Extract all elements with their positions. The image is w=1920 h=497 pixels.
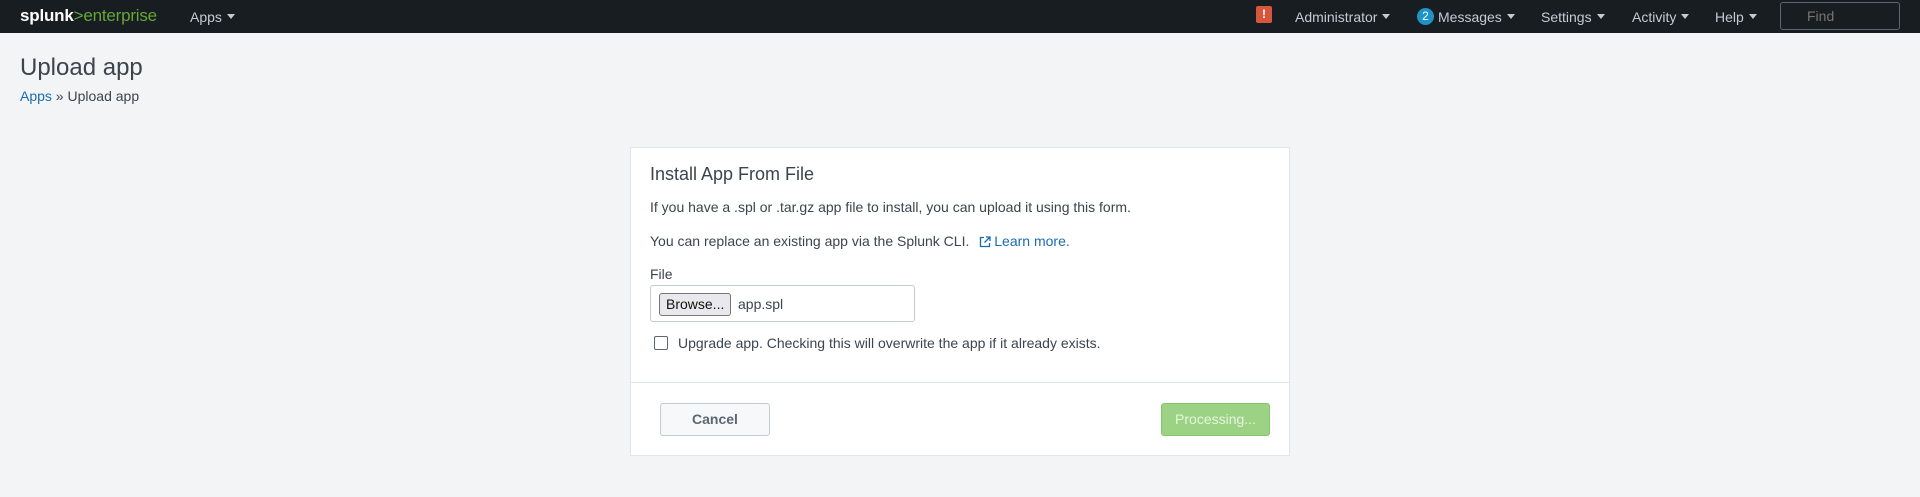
breadcrumb-apps-link[interactable]: Apps — [20, 88, 52, 104]
processing-button: Processing... — [1161, 403, 1270, 436]
settings-menu-label: Settings — [1541, 8, 1592, 25]
activity-menu[interactable]: Activity — [1632, 0, 1690, 33]
panel-title: Install App From File — [650, 164, 815, 184]
help-menu[interactable]: Help — [1715, 0, 1757, 33]
panel-footer-divider — [631, 382, 1289, 383]
help-menu-label: Help — [1715, 8, 1744, 25]
messages-menu-label: Messages — [1438, 8, 1502, 25]
learn-more-link[interactable]: Learn more. — [979, 233, 1070, 249]
chevron-down-icon — [1596, 14, 1605, 19]
chevron-down-icon — [226, 14, 235, 19]
logo-splunk-text: splunk — [20, 6, 74, 25]
activity-menu-label: Activity — [1632, 8, 1677, 25]
external-link-icon — [980, 236, 991, 248]
alert-icon[interactable]: ! — [1256, 6, 1272, 23]
breadcrumb: Apps » Upload app — [20, 88, 139, 104]
breadcrumb-separator: » — [51, 88, 68, 104]
upgrade-app-option[interactable]: Upgrade app. Checking this will overwrit… — [654, 335, 1101, 351]
chevron-down-icon — [1681, 14, 1690, 19]
messages-menu[interactable]: 2 Messages — [1417, 0, 1515, 33]
administrator-menu-label: Administrator — [1295, 8, 1378, 25]
chevron-down-icon — [1382, 14, 1391, 19]
browse-button[interactable]: Browse... — [659, 293, 732, 316]
apps-menu[interactable]: Apps — [190, 0, 235, 33]
page-title: Upload app — [20, 54, 143, 81]
messages-count-badge: 2 — [1417, 8, 1434, 25]
file-field-label: File — [650, 266, 673, 282]
chevron-down-icon — [1748, 14, 1757, 19]
upgrade-app-label: Upgrade app. Checking this will overwrit… — [678, 335, 1101, 351]
chevron-down-icon — [1506, 14, 1515, 19]
replace-app-label: You can replace an existing app via the … — [650, 233, 970, 249]
apps-menu-label: Apps — [190, 8, 222, 25]
settings-menu[interactable]: Settings — [1541, 0, 1605, 33]
learn-more-label: Learn more. — [994, 233, 1070, 249]
breadcrumb-current: Upload app — [67, 88, 140, 104]
upload-instructions-text: If you have a .spl or .tar.gz app file t… — [650, 199, 1131, 215]
selected-file-name: app.spl — [738, 296, 784, 312]
replace-app-text: You can replace an existing app via the … — [650, 233, 1070, 249]
administrator-menu[interactable]: Administrator — [1295, 0, 1391, 33]
logo-product-text: >enterprise — [73, 6, 158, 25]
install-app-panel: Install App From File If you have a .spl… — [630, 147, 1290, 456]
top-navigation-bar: splunk>enterprise Apps ! Administrator 2… — [0, 0, 1920, 33]
upgrade-app-checkbox[interactable] — [654, 336, 668, 350]
find-search-input[interactable] — [1780, 2, 1900, 30]
splunk-logo[interactable]: splunk>enterprise — [20, 6, 157, 26]
cancel-button[interactable]: Cancel — [660, 403, 770, 436]
file-upload-input[interactable]: Browse... app.spl — [650, 285, 915, 322]
